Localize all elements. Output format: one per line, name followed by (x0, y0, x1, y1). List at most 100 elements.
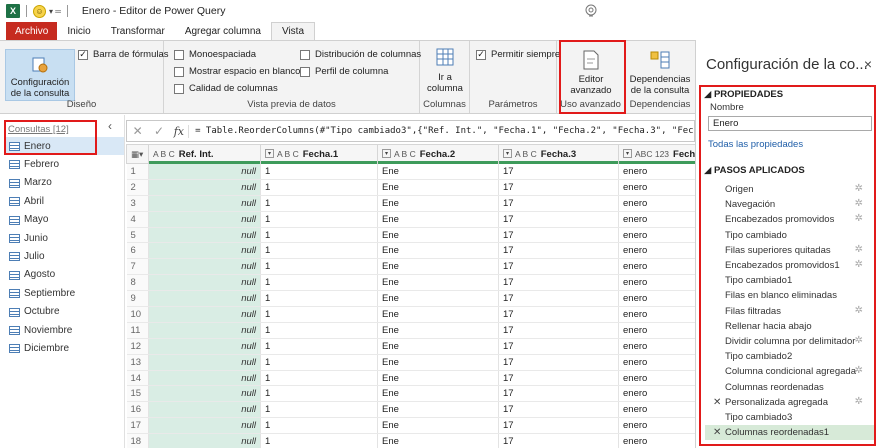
commit-formula-icon[interactable]: ✓ (148, 124, 169, 138)
column-header-fecha-mes[interactable]: ▾ABC 123Fecha.Mes (618, 144, 695, 164)
query-item-noviembre[interactable]: Noviembre (6, 321, 124, 339)
close-icon[interactable]: × (864, 56, 872, 72)
filter-dropdown-icon[interactable]: ▾ (503, 149, 512, 159)
table-cell[interactable]: enero (618, 211, 695, 228)
table-cell[interactable]: Ene (377, 290, 499, 308)
table-row[interactable]: 13 null 1 Ene 17 enero (126, 354, 695, 371)
collapse-queries-icon[interactable]: ‹ (108, 119, 112, 133)
table-row[interactable]: 6 null 1 Ene 17 enero (126, 242, 695, 260)
table-cell[interactable]: 1 (260, 401, 378, 419)
table-cell[interactable]: null (148, 354, 261, 371)
table-cell[interactable]: 17 (498, 338, 619, 355)
table-cell[interactable]: 17 (498, 179, 619, 196)
table-row[interactable]: 11 null 1 Ene 17 enero (126, 322, 695, 339)
table-cell[interactable]: 1 (260, 179, 378, 196)
table-cell[interactable]: 1 (260, 433, 378, 448)
table-cell[interactable]: enero (618, 179, 695, 196)
table-row[interactable]: 15 null 1 Ene 17 enero (126, 385, 695, 403)
table-cell[interactable]: Ene (377, 242, 499, 260)
table-cell[interactable]: 17 (498, 433, 619, 448)
table-cell[interactable]: null (148, 258, 261, 276)
table-cell[interactable]: Ene (377, 354, 499, 371)
table-cell[interactable]: enero (618, 258, 695, 276)
go-to-column-button[interactable]: Ir a columna (423, 47, 467, 94)
table-cell[interactable]: enero (618, 322, 695, 339)
table-row[interactable]: 7 null 1 Ene 17 enero (126, 258, 695, 276)
table-cell[interactable]: Ene (377, 338, 499, 355)
table-row[interactable]: 14 null 1 Ene 17 enero (126, 370, 695, 387)
always-allow-checkbox[interactable]: ✓ Permitir siempre (476, 49, 560, 60)
tab-archivo[interactable]: Archivo (6, 22, 58, 40)
table-cell[interactable]: Ene (377, 211, 499, 228)
tab-transformar[interactable]: Transformar (101, 22, 175, 40)
filter-dropdown-icon[interactable]: ▾ (623, 149, 632, 159)
table-cell[interactable]: 17 (498, 195, 619, 212)
table-cell[interactable]: null (148, 433, 261, 448)
table-cell[interactable]: null (148, 163, 261, 180)
monospaced-checkbox[interactable]: Monoespaciada (174, 49, 256, 60)
table-cell[interactable]: enero (618, 433, 695, 448)
query-item-octubre[interactable]: Octubre (6, 303, 124, 321)
table-cell[interactable]: Ene (377, 433, 499, 448)
quick-access-dropdown-icon[interactable]: ▾ ═ (49, 7, 61, 16)
tell-me-lightbulb-icon[interactable] (583, 3, 599, 19)
table-row[interactable]: 17 null 1 Ene 17 enero (126, 417, 695, 435)
table-cell[interactable]: null (148, 417, 261, 435)
table-cell[interactable]: null (148, 322, 261, 339)
table-cell[interactable]: enero (618, 195, 695, 212)
tab-vista[interactable]: Vista (270, 22, 316, 40)
table-cell[interactable]: enero (618, 274, 695, 292)
table-cell[interactable]: enero (618, 227, 695, 244)
table-cell[interactable]: enero (618, 370, 695, 387)
tab-inicio[interactable]: Inicio (57, 22, 100, 40)
table-cell[interactable]: 1 (260, 211, 378, 228)
table-cell[interactable]: 17 (498, 370, 619, 387)
table-row[interactable]: 2 null 1 Ene 17 enero (126, 179, 695, 196)
column-distribution-checkbox[interactable]: Distribución de columnas (300, 49, 421, 60)
table-cell[interactable]: 1 (260, 370, 378, 387)
table-cell[interactable]: Ene (377, 274, 499, 292)
query-item-julio[interactable]: Julio (6, 247, 124, 265)
table-cell[interactable]: 17 (498, 163, 619, 180)
table-cell[interactable]: 17 (498, 290, 619, 308)
table-cell[interactable]: null (148, 385, 261, 403)
table-cell[interactable]: 17 (498, 274, 619, 292)
table-cell[interactable]: 17 (498, 242, 619, 260)
query-item-septiembre[interactable]: Septiembre (6, 284, 124, 302)
filter-dropdown-icon[interactable]: ▾ (265, 149, 274, 159)
table-cell[interactable]: 17 (498, 227, 619, 244)
feedback-smiley-icon[interactable]: ☺ (33, 4, 46, 18)
table-cell[interactable]: 1 (260, 242, 378, 260)
table-cell[interactable]: Ene (377, 306, 499, 323)
table-cell[interactable]: 17 (498, 401, 619, 419)
query-item-mayo[interactable]: Mayo (6, 211, 124, 229)
table-cell[interactable]: enero (618, 163, 695, 180)
table-cell[interactable]: enero (618, 401, 695, 419)
table-row[interactable]: 10 null 1 Ene 17 enero (126, 306, 695, 323)
column-header-fecha2[interactable]: ▾ A B C Fecha.2 (377, 144, 499, 164)
table-cell[interactable]: enero (618, 385, 695, 403)
query-settings-button[interactable]: Configuración de la consulta (5, 49, 75, 101)
table-row[interactable]: 4 null 1 Ene 17 enero (126, 211, 695, 228)
table-cell[interactable]: 1 (260, 306, 378, 323)
table-cell[interactable]: 1 (260, 417, 378, 435)
query-item-agosto[interactable]: Agosto (6, 266, 124, 284)
table-row[interactable]: 1 null 1 Ene 17 enero (126, 163, 695, 180)
table-cell[interactable]: null (148, 227, 261, 244)
table-cell[interactable]: 1 (260, 290, 378, 308)
column-profile-checkbox[interactable]: Perfil de columna (300, 66, 388, 77)
table-cell[interactable]: Ene (377, 163, 499, 180)
column-quality-checkbox[interactable]: Calidad de columnas (174, 83, 278, 94)
table-row[interactable]: 3 null 1 Ene 17 enero (126, 195, 695, 212)
table-cell[interactable]: Ene (377, 322, 499, 339)
table-cell[interactable]: enero (618, 306, 695, 323)
table-cell[interactable]: enero (618, 338, 695, 355)
cancel-formula-icon[interactable]: ✕ (127, 124, 148, 138)
table-cell[interactable]: 17 (498, 385, 619, 403)
table-row[interactable]: 18 null 1 Ene 17 enero (126, 433, 695, 448)
table-cell[interactable]: null (148, 274, 261, 292)
table-cell[interactable]: enero (618, 354, 695, 371)
table-cell[interactable]: 1 (260, 258, 378, 276)
table-cell[interactable]: 1 (260, 338, 378, 355)
column-header-fecha1[interactable]: ▾ A B C Fecha.1 (260, 144, 378, 164)
